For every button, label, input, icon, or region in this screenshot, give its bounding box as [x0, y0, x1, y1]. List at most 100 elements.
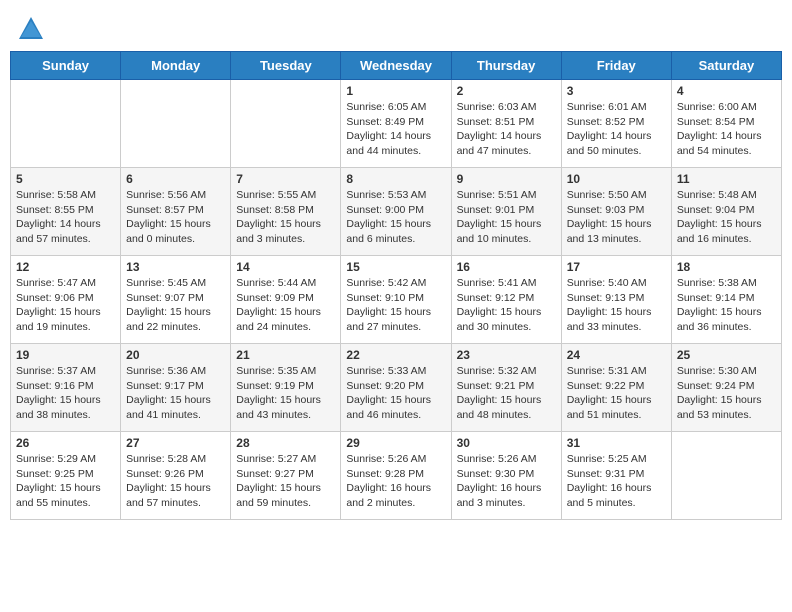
- day-info: Sunrise: 5:55 AMSunset: 8:58 PMDaylight:…: [236, 188, 335, 247]
- day-info: Sunrise: 5:47 AMSunset: 9:06 PMDaylight:…: [16, 276, 115, 335]
- calendar-cell: 4 Sunrise: 6:00 AMSunset: 8:54 PMDaylight…: [671, 80, 781, 168]
- calendar-cell: 16 Sunrise: 5:41 AMSunset: 9:12 PMDayligh…: [451, 256, 561, 344]
- calendar-cell: 3 Sunrise: 6:01 AMSunset: 8:52 PMDaylight…: [561, 80, 671, 168]
- day-info: Sunrise: 5:25 AMSunset: 9:31 PMDaylight:…: [567, 452, 666, 511]
- calendar-cell: [231, 80, 341, 168]
- day-number: 26: [16, 436, 115, 450]
- day-number: 27: [126, 436, 225, 450]
- calendar-cell: 11 Sunrise: 5:48 AMSunset: 9:04 PMDayligh…: [671, 168, 781, 256]
- day-info: Sunrise: 5:56 AMSunset: 8:57 PMDaylight:…: [126, 188, 225, 247]
- day-info: Sunrise: 5:40 AMSunset: 9:13 PMDaylight:…: [567, 276, 666, 335]
- day-info: Sunrise: 6:01 AMSunset: 8:52 PMDaylight:…: [567, 100, 666, 159]
- logo: [15, 15, 45, 43]
- day-number: 7: [236, 172, 335, 186]
- day-number: 25: [677, 348, 776, 362]
- week-row-3: 12 Sunrise: 5:47 AMSunset: 9:06 PMDayligh…: [11, 256, 782, 344]
- day-number: 10: [567, 172, 666, 186]
- day-number: 18: [677, 260, 776, 274]
- calendar-cell: 1 Sunrise: 6:05 AMSunset: 8:49 PMDaylight…: [341, 80, 451, 168]
- calendar-cell: 2Sunrise: 6:03 AMSunset: 8:51 PMDaylight…: [451, 80, 561, 168]
- week-row-1: 1 Sunrise: 6:05 AMSunset: 8:49 PMDaylight…: [11, 80, 782, 168]
- day-number: 6: [126, 172, 225, 186]
- calendar-table: SundayMondayTuesdayWednesdayThursdayFrid…: [10, 51, 782, 520]
- calendar-cell: 21 Sunrise: 5:35 AMSunset: 9:19 PMDayligh…: [231, 344, 341, 432]
- header-row: SundayMondayTuesdayWednesdayThursdayFrid…: [11, 52, 782, 80]
- day-number: 16: [457, 260, 556, 274]
- day-info: Sunrise: 5:26 AMSunset: 9:28 PMDaylight:…: [346, 452, 445, 511]
- day-number: 9: [457, 172, 556, 186]
- day-info: Sunrise: 6:00 AMSunset: 8:54 PMDaylight:…: [677, 100, 776, 159]
- day-info: Sunrise: 5:29 AMSunset: 9:25 PMDaylight:…: [16, 452, 115, 511]
- calendar-cell: 23 Sunrise: 5:32 AMSunset: 9:21 PMDayligh…: [451, 344, 561, 432]
- calendar-cell: 18 Sunrise: 5:38 AMSunset: 9:14 PMDayligh…: [671, 256, 781, 344]
- day-number: 5: [16, 172, 115, 186]
- header-wednesday: Wednesday: [341, 52, 451, 80]
- page-header: [10, 10, 782, 43]
- day-info: Sunrise: 5:28 AMSunset: 9:26 PMDaylight:…: [126, 452, 225, 511]
- calendar-cell: 26 Sunrise: 5:29 AMSunset: 9:25 PMDayligh…: [11, 432, 121, 520]
- calendar-cell: [121, 80, 231, 168]
- day-number: 2: [457, 84, 556, 98]
- day-number: 24: [567, 348, 666, 362]
- day-number: 31: [567, 436, 666, 450]
- calendar-cell: 17 Sunrise: 5:40 AMSunset: 9:13 PMDayligh…: [561, 256, 671, 344]
- day-number: 17: [567, 260, 666, 274]
- day-info: Sunrise: 5:58 AMSunset: 8:55 PMDaylight:…: [16, 188, 115, 247]
- day-info: Sunrise: 5:44 AMSunset: 9:09 PMDaylight:…: [236, 276, 335, 335]
- calendar-cell: 20 Sunrise: 5:36 AMSunset: 9:17 PMDayligh…: [121, 344, 231, 432]
- header-tuesday: Tuesday: [231, 52, 341, 80]
- day-info: Sunrise: 5:27 AMSunset: 9:27 PMDaylight:…: [236, 452, 335, 511]
- calendar-cell: 6 Sunrise: 5:56 AMSunset: 8:57 PMDaylight…: [121, 168, 231, 256]
- day-info: Sunrise: 5:33 AMSunset: 9:20 PMDaylight:…: [346, 364, 445, 423]
- calendar-cell: 28 Sunrise: 5:27 AMSunset: 9:27 PMDayligh…: [231, 432, 341, 520]
- day-number: 15: [346, 260, 445, 274]
- day-number: 30: [457, 436, 556, 450]
- day-info: Sunrise: 6:05 AMSunset: 8:49 PMDaylight:…: [346, 100, 445, 159]
- calendar-cell: 29 Sunrise: 5:26 AMSunset: 9:28 PMDayligh…: [341, 432, 451, 520]
- header-monday: Monday: [121, 52, 231, 80]
- day-number: 21: [236, 348, 335, 362]
- calendar-cell: [671, 432, 781, 520]
- day-info: Sunrise: 5:32 AMSunset: 9:21 PMDaylight:…: [457, 364, 556, 423]
- calendar-cell: 12 Sunrise: 5:47 AMSunset: 9:06 PMDayligh…: [11, 256, 121, 344]
- calendar-cell: 10 Sunrise: 5:50 AMSunset: 9:03 PMDayligh…: [561, 168, 671, 256]
- day-info: Sunrise: 5:45 AMSunset: 9:07 PMDaylight:…: [126, 276, 225, 335]
- day-number: 3: [567, 84, 666, 98]
- calendar-cell: 15 Sunrise: 5:42 AMSunset: 9:10 PMDayligh…: [341, 256, 451, 344]
- day-number: 28: [236, 436, 335, 450]
- calendar-cell: 9Sunrise: 5:51 AMSunset: 9:01 PMDaylight…: [451, 168, 561, 256]
- logo-icon: [17, 15, 45, 43]
- day-info: Sunrise: 5:30 AMSunset: 9:24 PMDaylight:…: [677, 364, 776, 423]
- day-number: 1: [346, 84, 445, 98]
- day-info: Sunrise: 5:36 AMSunset: 9:17 PMDaylight:…: [126, 364, 225, 423]
- day-info: Sunrise: 5:41 AMSunset: 9:12 PMDaylight:…: [457, 276, 556, 335]
- day-info: Sunrise: 5:48 AMSunset: 9:04 PMDaylight:…: [677, 188, 776, 247]
- calendar-cell: 22 Sunrise: 5:33 AMSunset: 9:20 PMDayligh…: [341, 344, 451, 432]
- header-friday: Friday: [561, 52, 671, 80]
- day-number: 12: [16, 260, 115, 274]
- calendar-cell: 13Sunrise: 5:45 AMSunset: 9:07 PMDayligh…: [121, 256, 231, 344]
- calendar-cell: 7 Sunrise: 5:55 AMSunset: 8:58 PMDaylight…: [231, 168, 341, 256]
- day-info: Sunrise: 5:42 AMSunset: 9:10 PMDaylight:…: [346, 276, 445, 335]
- calendar-cell: 25 Sunrise: 5:30 AMSunset: 9:24 PMDayligh…: [671, 344, 781, 432]
- day-info: Sunrise: 5:50 AMSunset: 9:03 PMDaylight:…: [567, 188, 666, 247]
- day-info: Sunrise: 5:38 AMSunset: 9:14 PMDaylight:…: [677, 276, 776, 335]
- calendar-cell: 8Sunrise: 5:53 AMSunset: 9:00 PMDaylight…: [341, 168, 451, 256]
- calendar-cell: 14 Sunrise: 5:44 AMSunset: 9:09 PMDayligh…: [231, 256, 341, 344]
- day-number: 23: [457, 348, 556, 362]
- day-number: 29: [346, 436, 445, 450]
- day-number: 14: [236, 260, 335, 274]
- header-saturday: Saturday: [671, 52, 781, 80]
- day-info: Sunrise: 5:37 AMSunset: 9:16 PMDaylight:…: [16, 364, 115, 423]
- day-info: Sunrise: 5:35 AMSunset: 9:19 PMDaylight:…: [236, 364, 335, 423]
- day-number: 20: [126, 348, 225, 362]
- day-number: 11: [677, 172, 776, 186]
- day-info: Sunrise: 5:31 AMSunset: 9:22 PMDaylight:…: [567, 364, 666, 423]
- calendar-cell: 27 Sunrise: 5:28 AMSunset: 9:26 PMDayligh…: [121, 432, 231, 520]
- calendar-cell: 24 Sunrise: 5:31 AMSunset: 9:22 PMDayligh…: [561, 344, 671, 432]
- calendar-cell: 19Sunrise: 5:37 AMSunset: 9:16 PMDayligh…: [11, 344, 121, 432]
- day-number: 4: [677, 84, 776, 98]
- day-number: 22: [346, 348, 445, 362]
- calendar-cell: 31 Sunrise: 5:25 AMSunset: 9:31 PMDayligh…: [561, 432, 671, 520]
- calendar-cell: [11, 80, 121, 168]
